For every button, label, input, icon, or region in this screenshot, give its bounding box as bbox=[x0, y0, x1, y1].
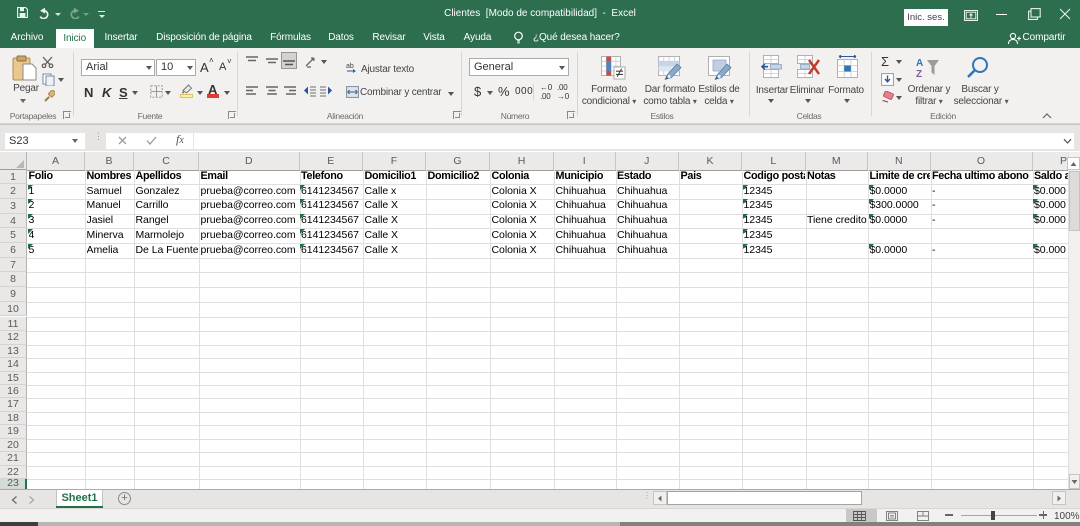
svg-text:A: A bbox=[916, 58, 923, 69]
svg-text:Z: Z bbox=[916, 69, 922, 78]
svg-text:ab: ab bbox=[346, 63, 354, 70]
